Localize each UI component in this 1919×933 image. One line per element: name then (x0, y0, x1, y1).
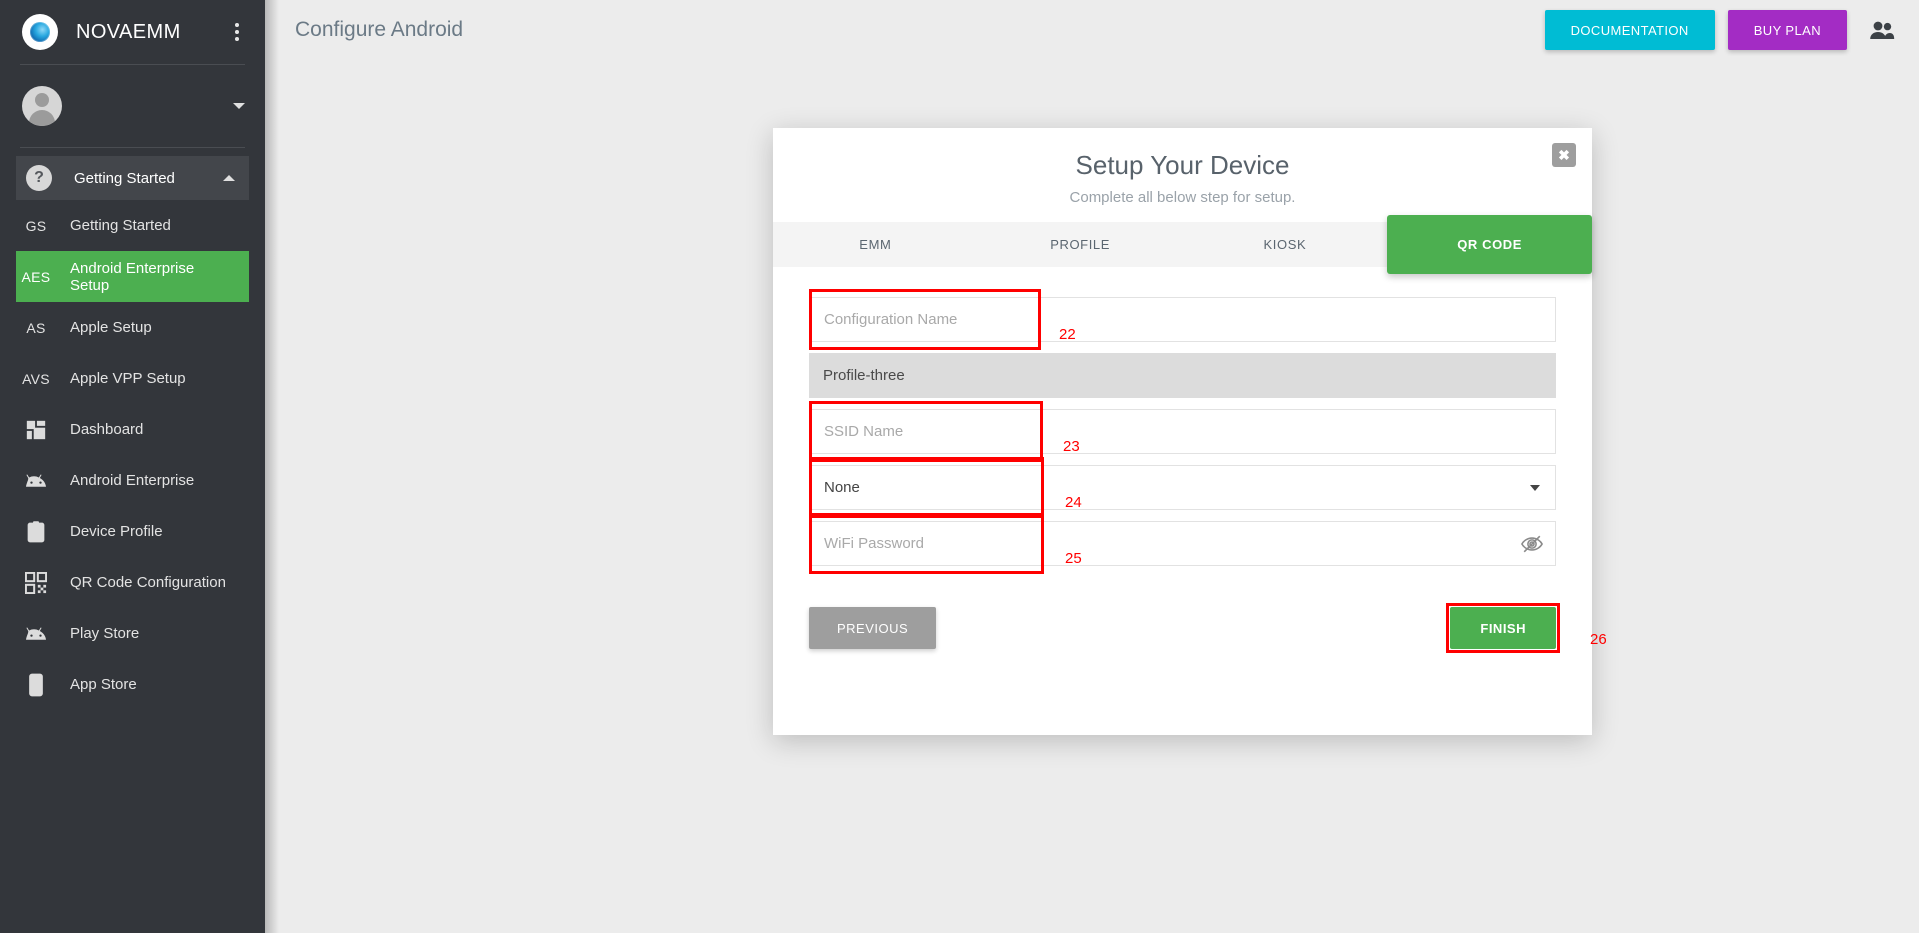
previous-button[interactable]: PREVIOUS (809, 607, 937, 649)
security-type-field: NoneWPAWEP (809, 465, 1556, 510)
sidebar-item-dashboard[interactable]: Dashboard (0, 404, 265, 455)
modal-tabs: EMM PROFILE KIOSK QR CODE (773, 215, 1592, 274)
sidebar-item-label: QR Code Configuration (70, 574, 226, 591)
sidebar-item-label: Apple VPP Setup (70, 370, 186, 387)
main-content: Configure Android DOCUMENTATION BUY PLAN… (265, 0, 1919, 933)
sidebar-item-label: Android Enterprise Setup (70, 259, 195, 294)
qr-code-icon (16, 571, 56, 594)
sidebar-divider-bottom (20, 147, 245, 148)
ssid-name-input[interactable] (809, 409, 1556, 454)
sidebar-group-label: Getting Started (74, 169, 175, 187)
configuration-name-input[interactable] (809, 297, 1556, 342)
topbar: Configure Android DOCUMENTATION BUY PLAN (265, 0, 1919, 60)
modal-header: Setup Your Device Complete all below ste… (773, 128, 1592, 222)
wifi-password-input[interactable] (809, 521, 1556, 566)
profile-display-value: Profile-three (809, 353, 1556, 398)
tab-emm[interactable]: EMM (773, 222, 978, 267)
chevron-up-icon[interactable] (223, 175, 235, 181)
sidebar-item-android-enterprise[interactable]: Android Enterprise (0, 455, 265, 506)
sidebar-item-label: Android Enterprise (70, 472, 195, 489)
tab-profile[interactable]: PROFILE (978, 222, 1183, 267)
brand-name: NOVAEMM (76, 20, 181, 43)
modal-footer: PREVIOUS FINISH (773, 577, 1592, 649)
profile-display-field: Profile-three (809, 353, 1556, 398)
question-mark-icon: ? (26, 165, 52, 191)
buy-plan-button[interactable]: BUY PLAN (1727, 10, 1847, 50)
sidebar-item-initials: AVS (22, 370, 50, 387)
modal-title: Setup Your Device (1075, 150, 1290, 180)
chevron-down-icon[interactable] (233, 103, 245, 109)
avatar (22, 86, 62, 126)
kebab-menu-icon[interactable] (225, 23, 249, 41)
sidebar-item-android-enterprise-setup[interactable]: AES Android Enterprise Setup (16, 251, 249, 302)
sidebar-item-initials: AES (21, 268, 51, 285)
tab-kiosk[interactable]: KIOSK (1183, 222, 1388, 267)
mobile-phone-icon (16, 673, 56, 697)
sidebar-edge-shadow (265, 0, 279, 933)
app-root: NOVAEMM ? Getting Started GS Getting Star… (0, 0, 1919, 933)
wifi-password-field (809, 521, 1556, 566)
sidebar-item-label: Getting Started (70, 217, 171, 234)
sidebar-item-device-profile[interactable]: Device Profile (0, 506, 265, 557)
sidebar-item-label: Apple Setup (70, 319, 152, 336)
android-icon (16, 626, 56, 642)
sidebar-item-initials: GS (25, 217, 47, 234)
sidebar-item-qr-code-configuration[interactable]: QR Code Configuration (0, 557, 265, 608)
android-icon (16, 473, 56, 489)
configuration-name-field (809, 297, 1556, 342)
tab-qr-code[interactable]: QR CODE (1387, 215, 1592, 274)
sidebar-nav-list: GS Getting Started AES Android Enterprise S… (0, 200, 265, 710)
security-type-select[interactable]: NoneWPAWEP (809, 465, 1556, 510)
close-icon[interactable]: ✖ (1552, 143, 1576, 167)
sidebar-item-label: Device Profile (70, 523, 163, 540)
ssid-name-field (809, 409, 1556, 454)
sidebar-item-apple-vpp-setup[interactable]: AVS Apple VPP Setup (0, 353, 265, 404)
sidebar-item-play-store[interactable]: Play Store (0, 608, 265, 659)
sidebar-item-apple-setup[interactable]: AS Apple Setup (0, 302, 265, 353)
sidebar-item-initials: AS (26, 319, 46, 336)
sidebar: NOVAEMM ? Getting Started GS Getting Star… (0, 0, 265, 933)
account-switcher[interactable] (0, 65, 265, 147)
documentation-button[interactable]: DOCUMENTATION (1544, 10, 1715, 50)
sidebar-item-label: Play Store (70, 625, 140, 642)
sidebar-group-getting-started[interactable]: ? Getting Started (16, 156, 249, 200)
sidebar-item-getting-started[interactable]: GS Getting Started (0, 200, 265, 251)
page-title: Configure Android (295, 18, 464, 41)
sidebar-item-app-store[interactable]: App Store (0, 659, 265, 710)
sidebar-item-label: Dashboard (70, 421, 144, 438)
brand-header: NOVAEMM (0, 0, 265, 64)
finish-button[interactable]: FINISH (1450, 607, 1556, 649)
sidebar-item-label: App Store (70, 676, 137, 693)
clipboard-icon (16, 520, 56, 544)
users-icon[interactable] (1869, 20, 1895, 40)
annotation-number-26: 26 (1590, 631, 1607, 648)
modal-subtitle: Complete all below step for setup. (1069, 189, 1296, 206)
eye-off-icon[interactable] (1516, 528, 1548, 560)
setup-device-modal: Setup Your Device Complete all below ste… (773, 128, 1592, 735)
dashboard-icon (16, 419, 56, 441)
qr-code-form: Profile-three NoneWPAWEP (773, 267, 1592, 566)
novaemm-logo-icon (22, 14, 58, 50)
